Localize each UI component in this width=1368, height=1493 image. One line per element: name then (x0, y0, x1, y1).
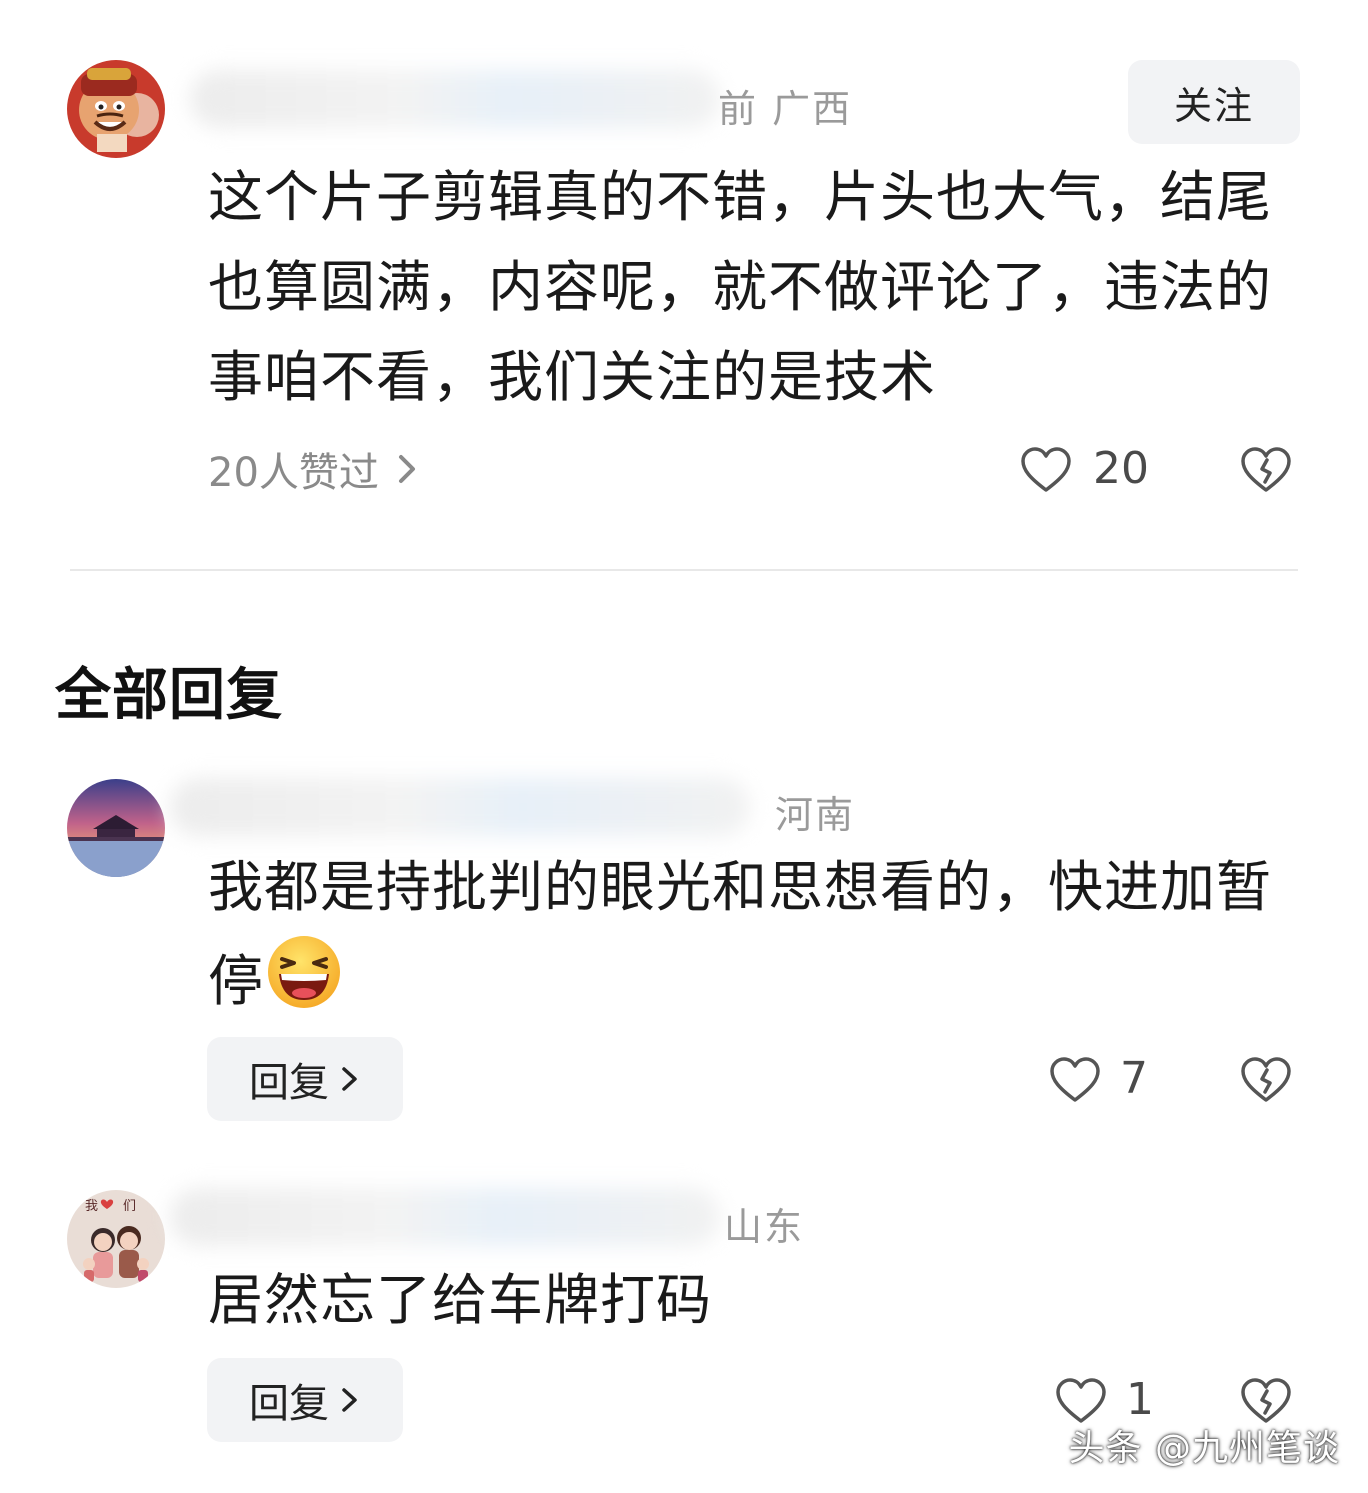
liked-by-link[interactable]: 20人赞过 (208, 440, 421, 498)
reply-text-content: 我都是持批判的眼光和思想看的，快进加暂停 (208, 855, 1273, 1013)
comment-text: 这个片子剪辑真的不错，片头也大气，结尾也算圆满，内容呢，就不做评论了，违法的事咱… (208, 165, 1273, 409)
follow-button[interactable]: 关注 (1128, 60, 1300, 144)
reply-avatar[interactable]: 我 们 (67, 1190, 165, 1288)
reply-avatar[interactable] (67, 779, 165, 877)
chevron-right-icon (342, 1067, 357, 1091)
reply-region: 河南 (775, 793, 856, 837)
dislike-broken-heart-icon[interactable] (1240, 446, 1292, 494)
liked-by-label: 20人赞过 (208, 450, 379, 496)
svg-text:我: 我 (85, 1199, 98, 1214)
svg-text:们: 们 (123, 1199, 136, 1214)
like-heart-icon[interactable] (1055, 1377, 1107, 1425)
reply-label: 回复 (249, 1060, 329, 1106)
reply-button[interactable]: 回复 (207, 1037, 403, 1121)
reply-text: 我都是持批判的眼光和思想看的，快进加暂停 (208, 842, 1288, 1026)
username-blurred[interactable] (170, 778, 750, 836)
divider (70, 569, 1298, 571)
reply-button[interactable]: 回复 (207, 1358, 403, 1442)
like-count: 1 (1126, 1374, 1154, 1425)
like-heart-icon[interactable] (1020, 446, 1072, 494)
reply-text: 居然忘了给车牌打码 (208, 1268, 713, 1332)
comment-detail-page: 前 广西 关注 这个片子剪辑真的不错，片头也大气，结尾也算圆满，内容呢，就不做评… (0, 0, 1368, 1493)
section-title: 全部回复 (55, 663, 283, 728)
reply-region: 山东 (724, 1205, 805, 1249)
like-heart-icon[interactable] (1049, 1056, 1101, 1104)
username-blurred[interactable] (190, 70, 720, 128)
username-blurred[interactable] (170, 1188, 720, 1246)
like-count: 20 (1093, 443, 1149, 494)
chevron-right-icon (398, 455, 415, 483)
laughing-emoji-icon (268, 936, 341, 1008)
reply-label: 回复 (249, 1381, 329, 1427)
watermark: 头条 @九州笔谈 (1068, 1428, 1340, 1469)
like-count: 7 (1120, 1053, 1148, 1104)
comment-meta: 前 广西 (718, 87, 853, 131)
user-avatar[interactable] (67, 60, 165, 158)
chevron-right-icon (342, 1388, 357, 1412)
dislike-broken-heart-icon[interactable] (1240, 1377, 1292, 1425)
dislike-broken-heart-icon[interactable] (1240, 1056, 1292, 1104)
